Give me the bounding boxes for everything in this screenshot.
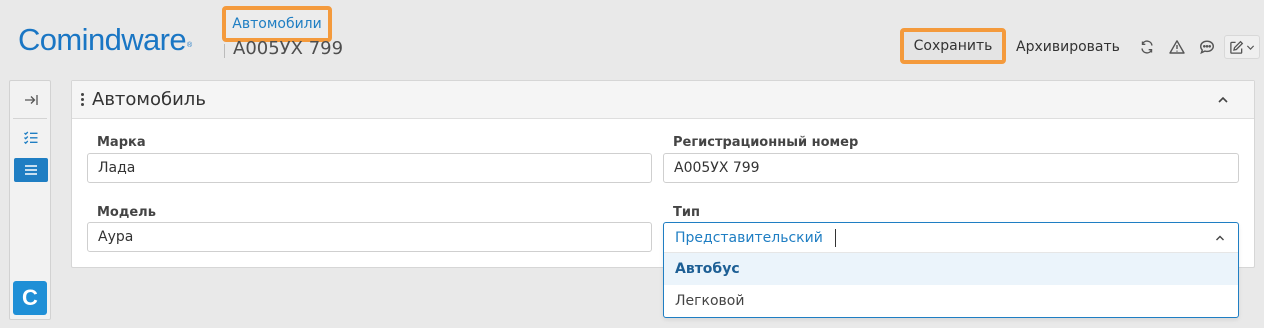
title-separator <box>224 44 225 58</box>
collapse-panel-icon[interactable] <box>14 88 48 112</box>
type-option-car[interactable]: Легковой <box>664 285 1238 317</box>
chevron-down-icon <box>1246 44 1254 50</box>
comment-icon[interactable] <box>1196 36 1218 58</box>
save-button[interactable]: Сохранить <box>900 27 1006 64</box>
reg-number-input[interactable]: А005УХ 799 <box>663 153 1239 183</box>
logo-registered-mark: ® <box>187 42 192 49</box>
type-label: Тип <box>673 205 700 220</box>
comindware-logo: Comindware® <box>18 20 192 60</box>
chevron-up-icon[interactable] <box>1216 93 1230 107</box>
refresh-icon[interactable] <box>1136 36 1158 58</box>
rail-divider <box>13 118 47 119</box>
page-title: А005УХ 799 <box>233 38 344 59</box>
form-view-icon[interactable] <box>14 158 48 182</box>
logo-text: Comindware <box>18 22 187 57</box>
brand-label: Марка <box>97 135 146 150</box>
brand-input[interactable]: Лада <box>87 153 652 183</box>
panel-header: Автомобиль <box>72 81 1254 119</box>
toolbar: Сохранить Архивировать <box>900 27 1260 64</box>
model-input[interactable]: Аура <box>87 222 652 252</box>
edit-menu-button[interactable] <box>1223 35 1260 59</box>
breadcrumb-link[interactable]: Автомобили <box>222 6 332 42</box>
comindware-app-icon[interactable]: C <box>13 281 47 315</box>
type-option-bus[interactable]: Автобус <box>664 253 1238 285</box>
drag-handle-icon[interactable] <box>72 81 92 119</box>
left-rail: C <box>9 80 51 320</box>
checklist-icon[interactable] <box>14 126 48 150</box>
type-select-value[interactable]: Представительский <box>664 223 1238 253</box>
type-select[interactable]: Представительский Автобус Легковой <box>663 222 1239 318</box>
archive-button[interactable]: Архивировать <box>1016 39 1120 55</box>
model-label: Модель <box>97 205 156 220</box>
type-select-text: Представительский <box>675 229 823 246</box>
edit-icon <box>1230 40 1244 54</box>
chevron-up-icon[interactable] <box>1214 232 1226 244</box>
panel-title: Автомобиль <box>92 89 206 110</box>
warning-icon[interactable] <box>1166 36 1188 58</box>
reg-number-label: Регистрационный номер <box>673 135 859 150</box>
text-caret <box>834 228 836 247</box>
